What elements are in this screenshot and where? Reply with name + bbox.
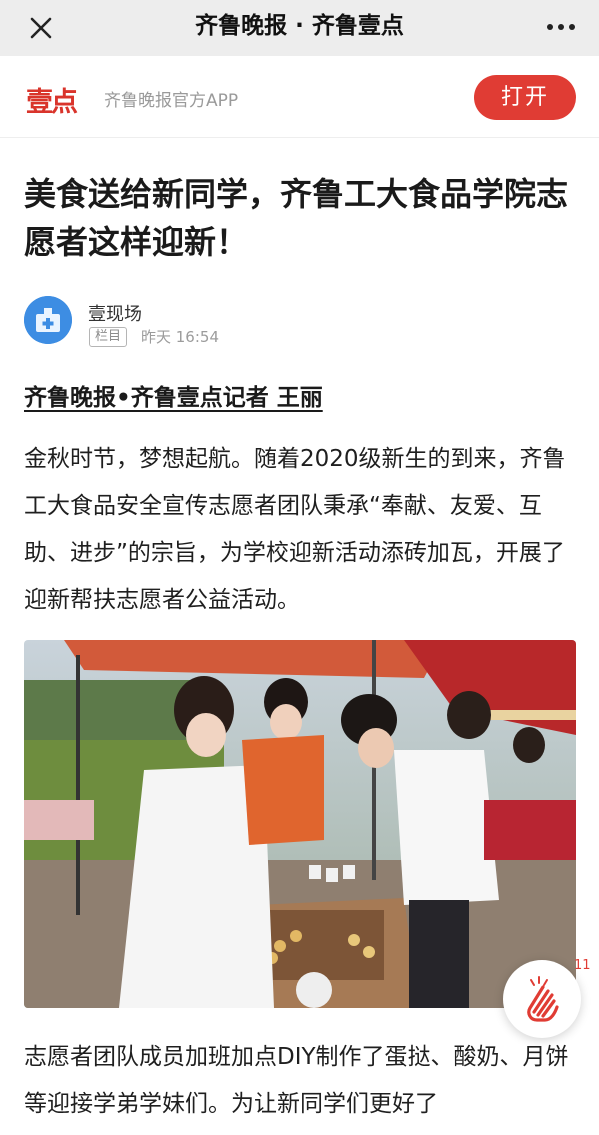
top-navbar: 齐鲁晚报 · 齐鲁壹点	[0, 0, 599, 56]
author-name[interactable]: 壹现场	[88, 300, 142, 326]
open-app-button[interactable]: 打开	[474, 75, 576, 120]
reporter-byline: 齐鲁晚报•齐鲁壹点记者 王丽	[24, 385, 323, 411]
hospital-cross-avatar-icon[interactable]	[24, 296, 72, 344]
clapping-hands-icon[interactable]	[503, 960, 581, 1038]
article-paragraph: 金秋时节，梦想起航。随着2020级新生的到来，齐鲁工大食品安全宣传志愿者团队秉承…	[24, 446, 566, 613]
clap-count: 11	[574, 958, 591, 973]
article-paragraph: 志愿者团队成员加班加点DIY制作了蛋挞、酸奶、月饼等迎接学弟学妹们。为让新同学们…	[24, 1044, 569, 1117]
app-name: 齐鲁晚报官方APP	[104, 91, 239, 111]
app-banner: 壹点 齐鲁晚报官方APP 打开	[0, 56, 599, 138]
volunteers-food-stall-photo[interactable]	[24, 640, 576, 1008]
publish-time: 昨天 16:54	[141, 328, 219, 346]
more-dots-icon[interactable]	[541, 12, 581, 42]
article-title: 美食送给新同学，齐鲁工大食品学院志愿者这样迎新！	[24, 175, 569, 261]
app-logo: 壹点	[26, 87, 78, 118]
column-tag-badge: 栏目	[89, 327, 128, 347]
page-title: 齐鲁晚报 · 齐鲁壹点	[195, 13, 404, 39]
